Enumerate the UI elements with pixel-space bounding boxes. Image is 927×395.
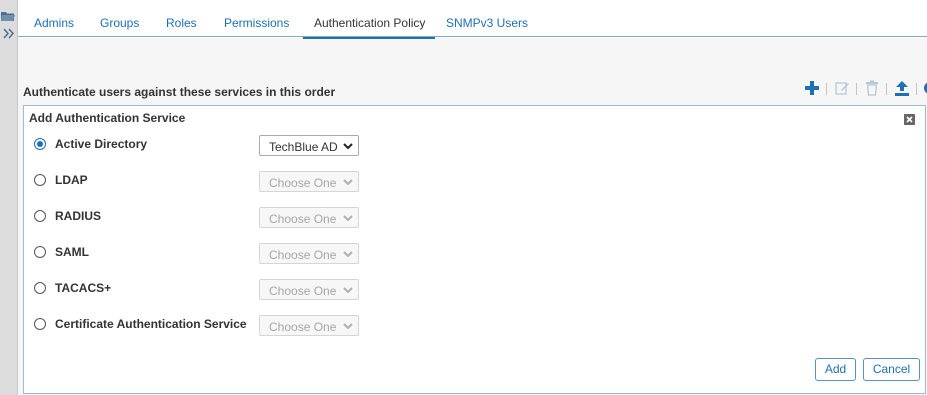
radio-saml[interactable] — [34, 246, 46, 258]
select-value: Choose One — [269, 284, 337, 298]
left-rail — [0, 0, 18, 395]
select-value: Choose One — [269, 176, 337, 190]
service-label: LDAP — [55, 173, 88, 187]
tab-groups[interactable]: Groups — [100, 16, 139, 36]
toolbar-separator — [886, 83, 887, 95]
tab-roles[interactable]: Roles — [166, 16, 197, 36]
tab-underline — [18, 36, 927, 37]
tacacs-select[interactable]: Choose One — [259, 279, 359, 300]
tab-permissions[interactable]: Permissions — [224, 16, 289, 36]
toolbar-separator — [856, 83, 857, 95]
radio-tacacs[interactable] — [34, 282, 46, 294]
close-icon[interactable] — [904, 114, 915, 125]
service-label: Active Directory — [55, 137, 148, 151]
panel-title: Add Authentication Service — [29, 111, 186, 125]
radio-active-directory[interactable] — [34, 138, 46, 150]
radio-ldap[interactable] — [34, 174, 46, 186]
trash-icon[interactable] — [864, 80, 880, 96]
select-value: Choose One — [269, 212, 337, 226]
chevron-down-icon — [343, 179, 353, 186]
section-heading: Authenticate users against these service… — [23, 85, 336, 99]
tab-snmpv3-users[interactable]: SNMPv3 Users — [446, 16, 528, 36]
saml-select[interactable]: Choose One — [259, 243, 359, 264]
expand-chevron-icon[interactable] — [2, 27, 15, 40]
edit-icon[interactable] — [834, 80, 850, 96]
service-label: SAML — [55, 245, 89, 259]
chevron-down-icon — [343, 251, 353, 258]
select-value: TechBlue AD — [269, 140, 338, 154]
tab-bar: Admins Groups Roles Permissions Authenti… — [18, 0, 927, 39]
service-label: TACACS+ — [55, 281, 112, 295]
toolbar — [800, 80, 927, 98]
select-value: Choose One — [269, 320, 337, 334]
folder-icon[interactable] — [1, 11, 15, 22]
chevron-down-icon — [343, 215, 353, 222]
upload-arrow-icon[interactable] — [894, 80, 910, 96]
tab-authentication-policy[interactable]: Authentication Policy — [302, 16, 436, 39]
radius-select[interactable]: Choose One — [259, 207, 359, 228]
tab-admins[interactable]: Admins — [34, 16, 74, 36]
add-authentication-service-panel: Add Authentication Service Active Direct… — [23, 105, 926, 394]
active-directory-select[interactable]: TechBlue AD — [259, 135, 359, 156]
radio-radius[interactable] — [34, 210, 46, 222]
chevron-down-icon — [343, 143, 353, 150]
plus-icon[interactable] — [804, 80, 820, 96]
more-icon[interactable] — [922, 80, 927, 96]
ldap-select[interactable]: Choose One — [259, 171, 359, 192]
cancel-button[interactable]: Cancel — [863, 358, 920, 381]
add-button[interactable]: Add — [815, 358, 856, 381]
chevron-down-icon — [343, 323, 353, 330]
service-label: Certificate Authentication Service — [55, 317, 247, 331]
toolbar-separator — [916, 83, 917, 95]
radio-certificate-authentication-service[interactable] — [34, 318, 46, 330]
select-value: Choose One — [269, 248, 337, 262]
service-label: RADIUS — [55, 209, 102, 223]
certificate-authentication-select[interactable]: Choose One — [259, 315, 359, 336]
toolbar-separator — [826, 83, 827, 95]
chevron-down-icon — [343, 287, 353, 294]
